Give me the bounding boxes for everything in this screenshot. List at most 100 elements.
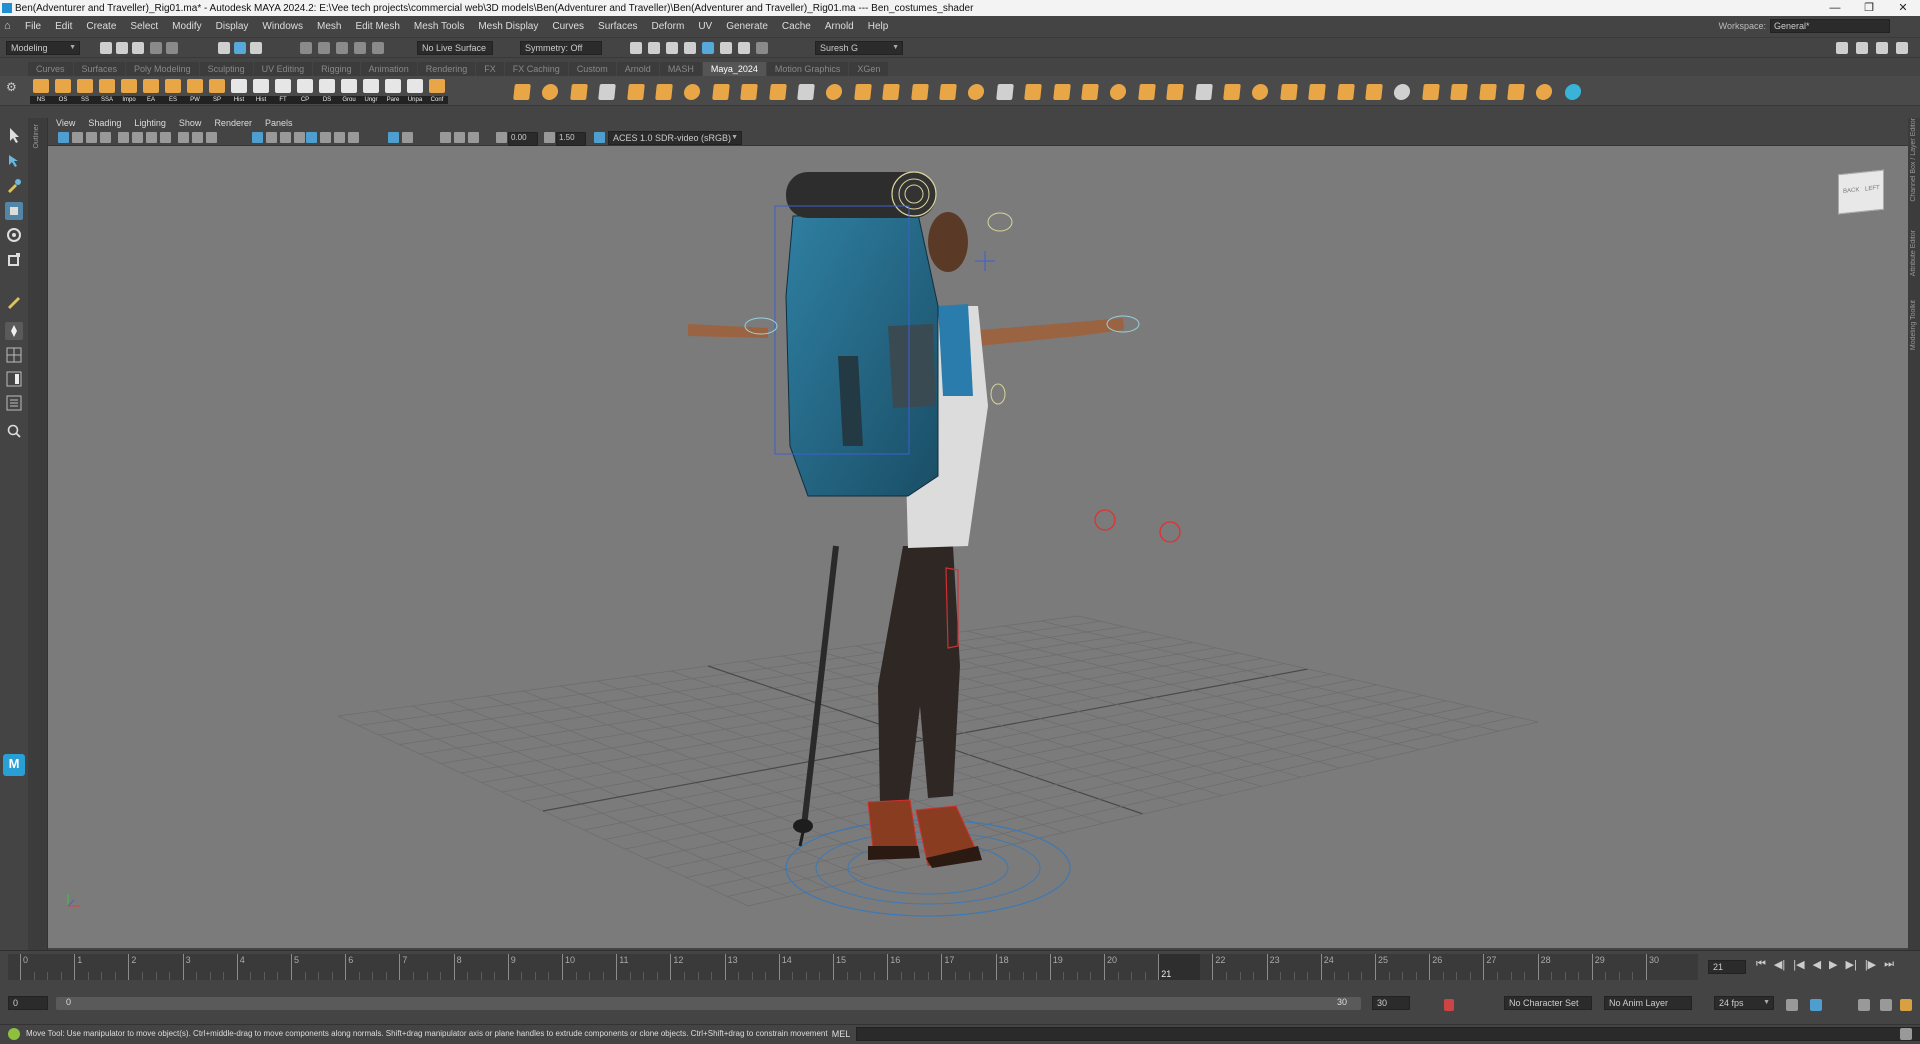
resolution-gate-icon[interactable] <box>146 132 157 143</box>
outliner-layout-icon[interactable] <box>5 394 23 412</box>
anim-layer-dropdown[interactable]: No Anim Layer <box>1604 996 1692 1010</box>
modeling-toolkit-tab-label[interactable]: Modeling Toolkit <box>1910 300 1917 350</box>
combine-icon[interactable] <box>683 84 702 100</box>
grid-toggle-icon[interactable] <box>118 132 129 143</box>
xray-icon[interactable] <box>266 132 277 143</box>
shelf-button-sp[interactable]: SP <box>206 78 228 104</box>
exposure-field[interactable]: 0.00 <box>508 132 538 146</box>
panel-menu-renderer[interactable]: Renderer <box>206 116 257 130</box>
motion-blur-icon[interactable] <box>440 132 451 143</box>
user-login-dropdown[interactable]: Suresh G ▼ <box>815 41 903 55</box>
start-time-field[interactable]: 0 <box>8 996 48 1010</box>
extrude-icon[interactable] <box>740 84 759 100</box>
wireframe-icon[interactable] <box>178 132 189 143</box>
torus-icon[interactable] <box>655 84 673 100</box>
textured-icon[interactable] <box>306 132 317 143</box>
shelf-tab-fx-caching[interactable]: FX Caching <box>504 62 568 76</box>
fps-dropdown[interactable]: 24 fps ▼ <box>1714 996 1774 1010</box>
shelf-tab-maya-2024[interactable]: Maya_2024 <box>702 62 766 76</box>
bool-icon[interactable] <box>853 84 872 100</box>
shelf-button-hist[interactable]: Hist <box>250 78 272 104</box>
shelf-button-pw[interactable]: PW <box>184 78 206 104</box>
open-scene-icon[interactable] <box>116 42 128 54</box>
scale-tool-icon[interactable] <box>5 250 23 268</box>
wave-icon[interactable] <box>1478 84 1497 100</box>
undo-icon[interactable] <box>150 42 162 54</box>
append-icon[interactable] <box>1109 84 1128 100</box>
shelf-button-ds[interactable]: DS <box>316 78 338 104</box>
panel-menu-shading[interactable]: Shading <box>80 116 126 130</box>
quad-draw-icon[interactable] <box>939 84 957 100</box>
xray-active-icon[interactable] <box>294 132 305 143</box>
rotate-tool-icon[interactable] <box>5 226 23 244</box>
single-perspective-layout-icon[interactable] <box>5 346 23 364</box>
triangulate-icon[interactable] <box>1279 84 1298 100</box>
two-panes-layout-icon[interactable] <box>5 370 23 388</box>
save-scene-icon[interactable] <box>132 42 144 54</box>
shelf-tab-uv-editing[interactable]: UV Editing <box>253 62 313 76</box>
sphere-icon[interactable] <box>513 84 531 100</box>
shelf-tab-fx[interactable]: FX <box>476 62 504 76</box>
shelf-settings-icon[interactable]: ⚙ <box>6 80 22 102</box>
cone-icon[interactable] <box>598 84 617 100</box>
arnold-light-icon[interactable] <box>1563 84 1582 100</box>
shelf-button-unpa[interactable]: Unpa <box>404 78 426 104</box>
exposure-icon[interactable] <box>496 132 507 143</box>
viewcube[interactable]: BACK LEFT <box>1838 169 1884 215</box>
menu-select[interactable]: Select <box>123 16 165 38</box>
hud-icon[interactable] <box>402 132 413 143</box>
shelf-tab-rigging[interactable]: Rigging <box>313 62 360 76</box>
search-icon[interactable] <box>5 422 23 440</box>
auto-key-icon[interactable] <box>1444 999 1454 1011</box>
restore-icon[interactable]: ❐ <box>1852 0 1886 16</box>
tool-settings-toggle-icon[interactable] <box>1876 42 1888 54</box>
time-ruler[interactable]: 0123456789101112131415161718192021222324… <box>8 954 1698 980</box>
cache-playback-icon[interactable] <box>1810 999 1822 1011</box>
shelf-button-ssa[interactable]: SSA <box>96 78 118 104</box>
ipr-render-icon[interactable] <box>666 42 678 54</box>
current-frame-field[interactable]: 21 <box>1708 960 1746 974</box>
shelf-button-ft[interactable]: FT <box>272 78 294 104</box>
menu-windows[interactable]: Windows <box>255 16 310 38</box>
shelf-tab-xgen[interactable]: XGen <box>849 62 889 76</box>
menu-arnold[interactable]: Arnold <box>818 16 861 38</box>
menu-display[interactable]: Display <box>209 16 256 38</box>
shelf-tab-sculpting[interactable]: Sculpting <box>199 62 253 76</box>
lasso-tool-icon[interactable] <box>5 152 23 170</box>
bend-icon[interactable] <box>1421 84 1440 100</box>
render-view-icon[interactable] <box>720 42 732 54</box>
anti-aliasing-icon[interactable] <box>454 132 465 143</box>
render-sequence-icon[interactable] <box>648 42 660 54</box>
script-editor-icon[interactable] <box>1900 1028 1912 1040</box>
shelf-tab-poly-modeling[interactable]: Poly Modeling <box>126 62 199 76</box>
shelf-tab-motion-graphics[interactable]: Motion Graphics <box>766 62 849 76</box>
menu-generate[interactable]: Generate <box>719 16 775 38</box>
cube-icon[interactable] <box>541 84 560 100</box>
render-frame-icon[interactable] <box>630 42 642 54</box>
soft-select-icon[interactable] <box>5 322 23 340</box>
cleanup-icon[interactable] <box>1336 84 1355 100</box>
gate-mask-icon[interactable] <box>160 132 171 143</box>
paint-select-tool-icon[interactable] <box>5 176 23 194</box>
quadrangulate-icon[interactable] <box>1308 84 1327 100</box>
shelf-button-os[interactable]: OS <box>52 78 74 104</box>
shelf-button-grou[interactable]: Grou <box>338 78 360 104</box>
gamma-field[interactable]: 1.50 <box>556 132 586 146</box>
insert-edge-icon[interactable] <box>1024 84 1043 100</box>
shelf-tab-surfaces[interactable]: Surfaces <box>73 62 126 76</box>
attribute-editor-toggle-icon[interactable] <box>1856 42 1868 54</box>
shelf-button-ungr[interactable]: Ungr <box>360 78 382 104</box>
poke-icon[interactable] <box>1166 84 1185 100</box>
shadows-icon[interactable] <box>334 132 345 143</box>
modeling-toolkit-toggle-icon[interactable] <box>1896 42 1908 54</box>
snap-view-icon[interactable] <box>354 42 366 54</box>
sound-icon[interactable] <box>1858 999 1870 1011</box>
hypershade-icon[interactable] <box>702 42 714 54</box>
select-object-icon[interactable] <box>234 42 246 54</box>
smooth-icon[interactable] <box>882 84 901 100</box>
uv-editor-icon[interactable] <box>1535 84 1554 100</box>
separate-icon[interactable] <box>711 84 730 100</box>
current-time-marker[interactable]: 21 <box>1158 954 1201 980</box>
target-weld-icon[interactable] <box>995 84 1014 100</box>
select-tool-icon[interactable] <box>5 126 23 144</box>
